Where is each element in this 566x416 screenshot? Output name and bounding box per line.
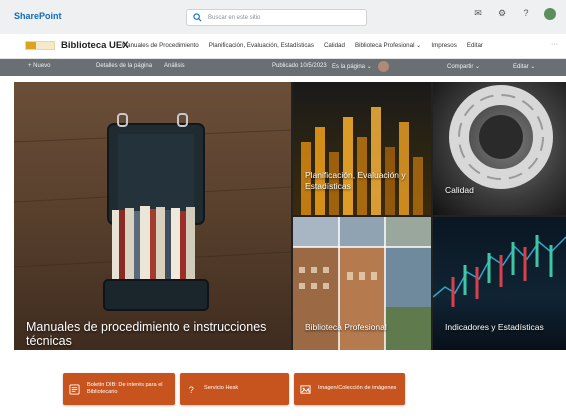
nav-item-biblioteca-profesional[interactable]: Biblioteca Profesional ⌄ xyxy=(355,42,421,49)
site-navigation: Manuales de Procedimiento Planificación,… xyxy=(122,42,483,49)
search-input[interactable]: Buscar en este sitio xyxy=(186,9,367,26)
tile-planificacion[interactable]: Planificación, Evaluación y Estadísticas xyxy=(293,82,431,215)
help-icon[interactable]: ? xyxy=(520,8,532,20)
newsletter-icon xyxy=(69,383,80,395)
hero-web-part: Manuales de procedimiento e instruccione… xyxy=(14,82,566,350)
site-title[interactable]: Biblioteca UEX xyxy=(61,40,129,51)
quicklink-boletin[interactable]: Boletín DIB: De interés para el Bibliote… xyxy=(63,373,175,405)
site-logo[interactable] xyxy=(25,41,55,50)
more-options-icon[interactable]: ··· xyxy=(551,41,558,48)
quicklink-hesk-label: Servicio Hesk xyxy=(204,385,239,392)
search-placeholder: Buscar en este sitio xyxy=(208,14,261,21)
nav-item-impresos[interactable]: Impresos xyxy=(431,42,456,49)
image-icon xyxy=(300,384,311,394)
tile-calidad-label: Calidad xyxy=(445,185,474,195)
quicklink-imagenes-label: Imagen/Colección de imágenes xyxy=(318,385,397,392)
page-details-button[interactable]: Detalles de la página xyxy=(96,63,152,69)
tile-planificacion-label: Planificación, Evaluación y Estadísticas xyxy=(305,170,406,191)
svg-text:?: ? xyxy=(189,385,194,395)
new-button[interactable]: + Nuevo xyxy=(28,63,51,69)
analytics-button[interactable]: Análisis xyxy=(164,63,185,69)
suite-bar: SharePoint Buscar en este sitio ✉ ⚙ ? xyxy=(0,0,566,34)
site-header: Biblioteca UEX Manuales de Procedimiento… xyxy=(0,34,566,59)
app-launcher-title[interactable]: SharePoint xyxy=(14,11,62,21)
avatar[interactable] xyxy=(544,8,556,20)
tile-manuales-label: Manuales de procedimiento e instruccione… xyxy=(26,320,267,348)
nav-item-calidad[interactable]: Calidad xyxy=(324,42,345,49)
tile-indicadores[interactable]: Indicadores y Estadísticas xyxy=(433,217,566,350)
quicklink-imagenes[interactable]: Imagen/Colección de imágenes xyxy=(294,373,405,405)
author-avatar xyxy=(378,61,389,72)
nav-item-planificacion[interactable]: Planificación, Evaluación, Estadísticas xyxy=(209,42,314,49)
edit-button[interactable]: Editar ⌄ xyxy=(513,63,535,70)
page-status-dropdown[interactable]: Es la página ⌄ xyxy=(332,63,372,70)
share-button[interactable]: Compartir ⌄ xyxy=(447,63,480,70)
nav-item-editar[interactable]: Editar xyxy=(467,42,483,49)
tile-manuales[interactable]: Manuales de procedimiento e instruccione… xyxy=(14,82,291,350)
search-icon xyxy=(193,13,202,22)
tile-indicadores-label: Indicadores y Estadísticas xyxy=(445,322,544,332)
question-icon: ? xyxy=(189,385,194,395)
command-bar: + Nuevo Detalles de la página Análisis P… xyxy=(0,59,566,76)
quicklink-boletin-label: Boletín DIB: De interés para el Bibliote… xyxy=(87,381,163,396)
published-status: Publicado 10/5/2023 xyxy=(272,63,327,69)
megaphone-icon[interactable]: ✉ xyxy=(472,8,484,20)
tile-calidad[interactable]: Calidad xyxy=(433,82,566,215)
settings-icon[interactable]: ⚙ xyxy=(496,8,508,20)
bar-graphic-image xyxy=(301,107,423,215)
suitcase-books-image xyxy=(14,113,291,311)
tile-biblioteca[interactable]: Biblioteca Profesional xyxy=(293,217,431,350)
nav-item-manuales[interactable]: Manuales de Procedimiento xyxy=(122,42,199,49)
tile-biblioteca-label: Biblioteca Profesional xyxy=(305,322,387,332)
quicklink-hesk[interactable]: ? Servicio Hesk xyxy=(180,373,289,405)
